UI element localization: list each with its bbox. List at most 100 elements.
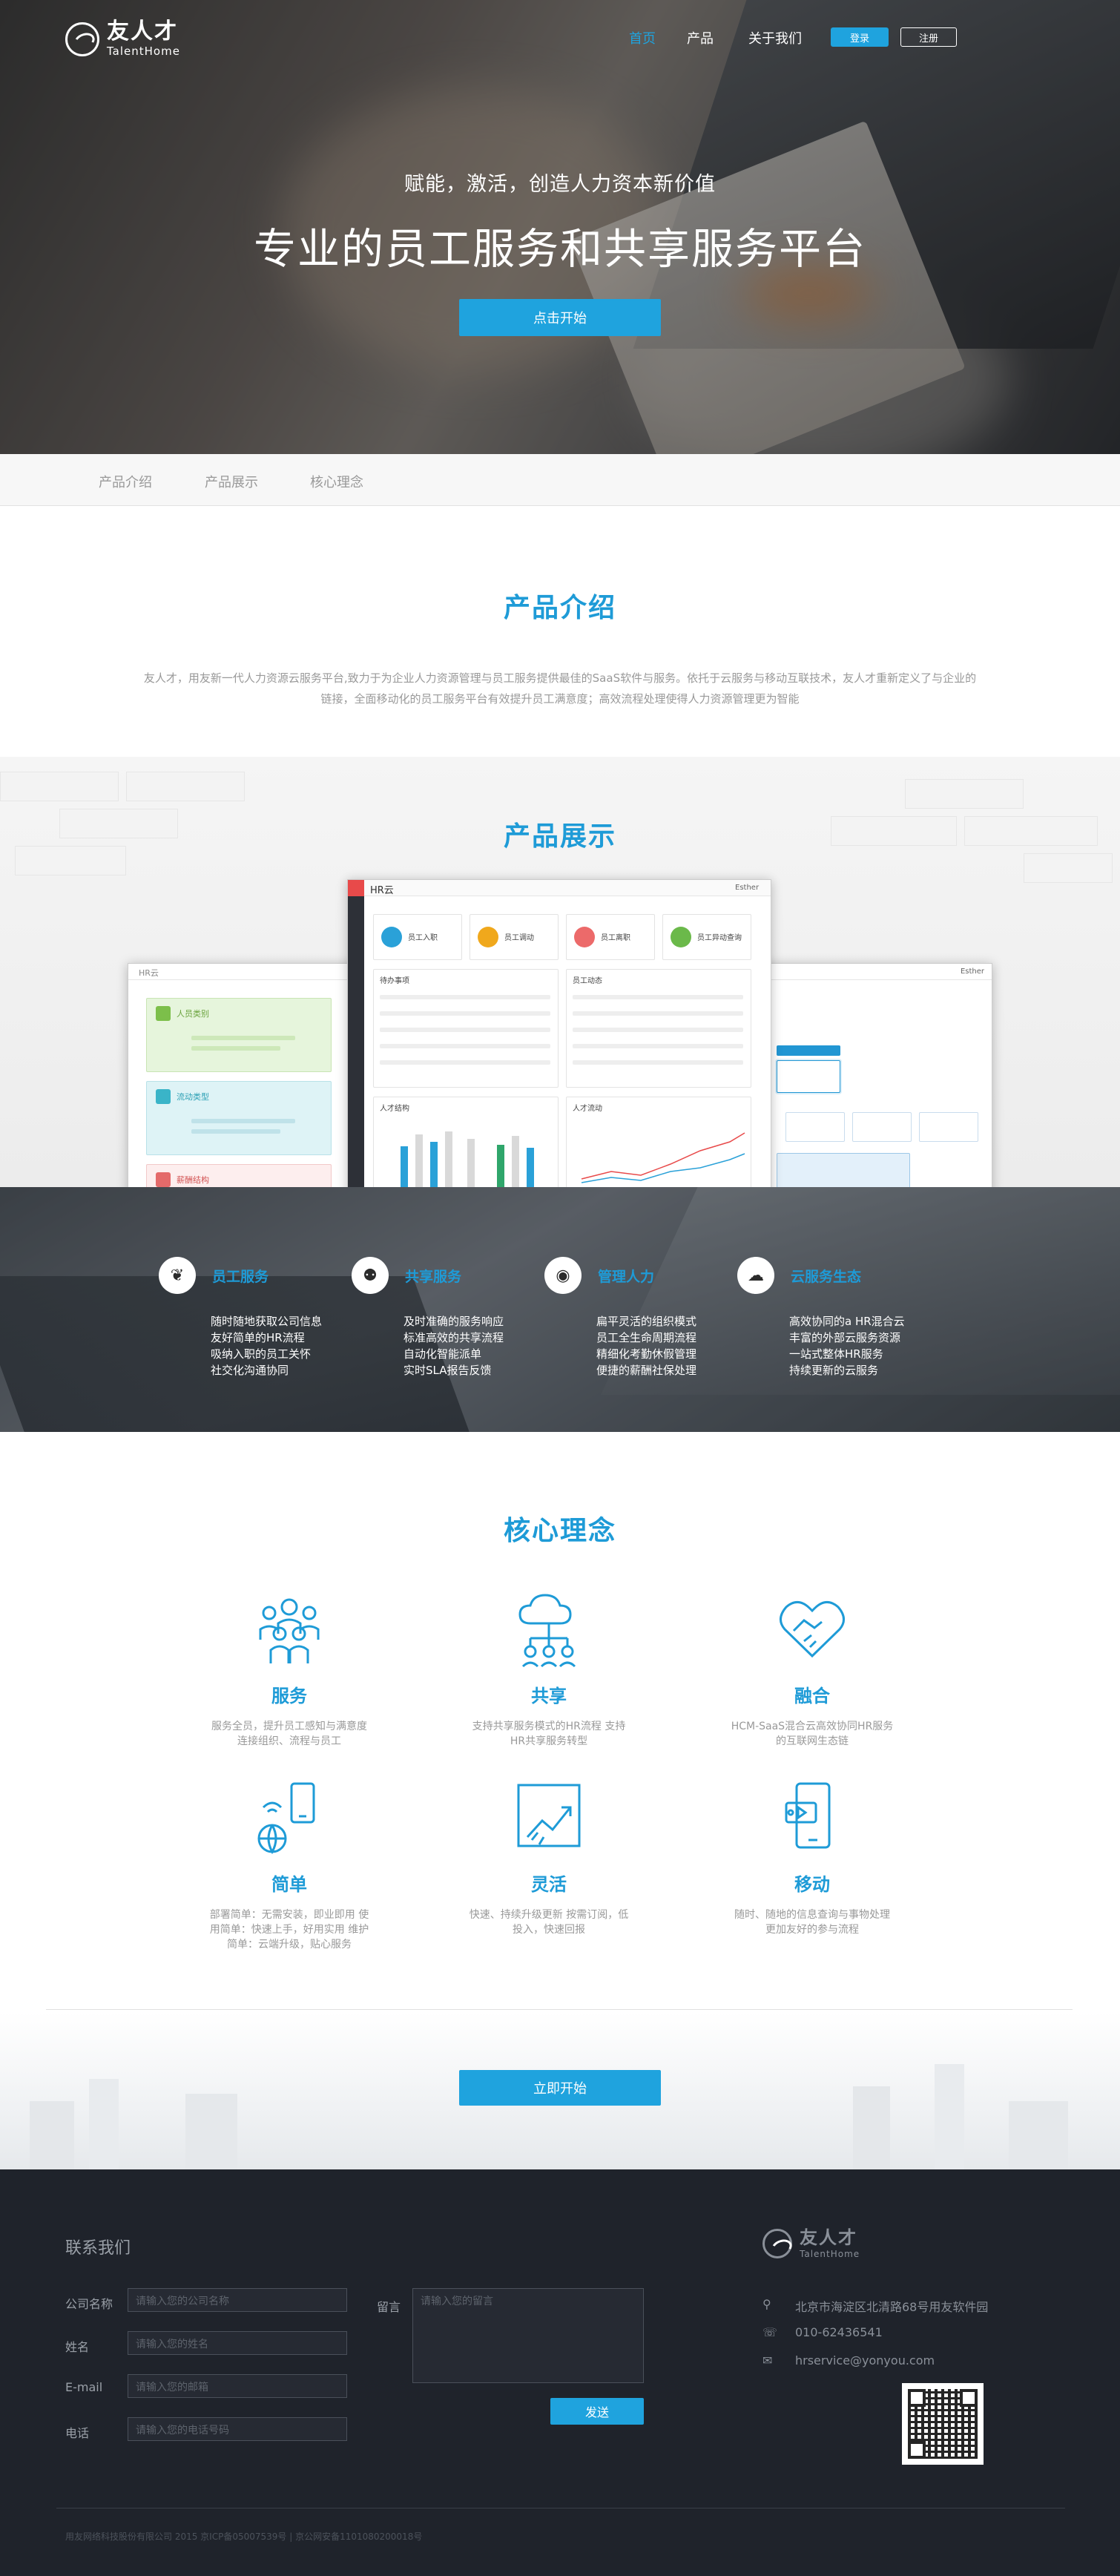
footer-brand-en: TalentHome: [800, 2249, 860, 2259]
message-textarea[interactable]: 请输入您的留言: [412, 2288, 644, 2383]
divider: [46, 2009, 1073, 2010]
feature-line: 持续更新的云服务: [789, 1364, 879, 1377]
feature-title: 管理人力: [598, 1269, 655, 1285]
main-user-name: Esther: [735, 884, 760, 892]
feature-line: 友好简单的HR流程: [211, 1331, 305, 1344]
radar-icon: ◉: [544, 1257, 582, 1294]
left-card-title-3: 薪酬结构: [177, 1175, 209, 1185]
core-item-title: 灵活: [531, 1874, 567, 1895]
footer-address: 北京市海淀区北清路68号用友软件园: [795, 2300, 989, 2314]
core-item-flexible: 灵活 快速、持续升级更新 按需订阅，低投入，快速回报: [438, 1778, 660, 1937]
core-item-title: 移动: [794, 1874, 830, 1895]
core-title: 核心理念: [503, 1516, 616, 1546]
start-now-button[interactable]: 立即开始: [459, 2070, 661, 2106]
showcase-title: 产品展示: [503, 821, 616, 852]
leaf-icon: ❦: [159, 1257, 196, 1294]
feature-line: 实时SLA报告反馈: [403, 1364, 492, 1377]
core-item-title: 简单: [271, 1874, 307, 1895]
register-button[interactable]: 注册: [900, 27, 957, 47]
feature-line: 随时随地获取公司信息: [211, 1315, 323, 1328]
brand-name-en: TalentHome: [107, 45, 180, 58]
feature-line: 自动化智能派单: [403, 1347, 482, 1361]
feature-line: 员工全生命周期流程: [596, 1331, 697, 1344]
footer-email[interactable]: hrservice@yonyou.com: [795, 2353, 935, 2368]
send-button[interactable]: 发送: [550, 2398, 644, 2425]
intro-text: 友人才，用友新一代人力资源云服务平台,致力于为企业人力资源管理与员工服务提供最佳…: [143, 671, 977, 706]
footer-logo: 友人才 TalentHome: [762, 2229, 860, 2258]
right-screenshot: Esther: [762, 963, 992, 1187]
feature-title: 员工服务: [212, 1269, 269, 1285]
company-label: 公司名称: [65, 2297, 113, 2311]
phone-icon: ☏: [762, 2325, 778, 2339]
footer-phone: 010-62436541: [795, 2325, 883, 2339]
mail-icon: ✉: [762, 2353, 773, 2368]
brand-logo[interactable]: 友人才 TalentHome: [65, 21, 180, 57]
features-band: [0, 1187, 1120, 1432]
core-item-desc: 部署简单：无需安装，即业即用 使用简单：快速上手，好用实用 维护简单：云端升级，…: [209, 1909, 369, 1951]
feature-line: 扁平灵活的组织模式: [596, 1315, 697, 1328]
core-item-title: 服务: [271, 1686, 307, 1706]
message-label: 留言: [377, 2300, 401, 2314]
card-transfer[interactable]: 员工调动: [504, 931, 534, 942]
feature-title: 共享服务: [405, 1269, 462, 1285]
panel-structure: 人才结构: [380, 1105, 409, 1113]
left-screenshot: HR云 人员类别 流动类型 薪酬结构: [128, 963, 358, 1187]
location-icon: ⚲: [762, 2297, 771, 2311]
brand-name-cn: 友人才: [107, 19, 178, 45]
name-input[interactable]: 请输入您的姓名: [128, 2331, 347, 2355]
intro-title: 产品介绍: [503, 593, 616, 623]
right-user-name: Esther: [960, 967, 984, 976]
hero-start-button[interactable]: 点击开始: [459, 299, 661, 336]
hero-title: 专业的员工服务和共享服务平台: [254, 225, 866, 274]
rocket-chart-icon: [508, 1778, 590, 1859]
feature-line: 及时准确的服务响应: [403, 1315, 504, 1328]
feature-line: 标准高效的共享流程: [403, 1331, 504, 1344]
card-query[interactable]: 员工异动查询: [697, 931, 742, 942]
mobile-screen-icon: [771, 1778, 853, 1859]
email-input[interactable]: 请输入您的邮箱: [128, 2374, 347, 2398]
card-resign[interactable]: 员工离职: [601, 931, 630, 942]
company-input[interactable]: 请输入您的公司名称: [128, 2288, 347, 2312]
left-card-title-2: 流动类型: [177, 1092, 209, 1102]
cloud-icon: ☁: [737, 1257, 774, 1294]
core-item-mobile: 移动 随时、随地的信息查询与事物处理更加友好的参与流程: [701, 1778, 923, 1937]
core-item-service: 服务 服务全员，提升员工感知与满意度 连接组织、流程与员工: [178, 1589, 401, 1749]
people-group-icon: [248, 1589, 330, 1671]
feature-line: 便捷的薪酬社保处理: [596, 1364, 697, 1377]
logo-icon: [65, 22, 99, 56]
feature-line: 一站式整体HR服务: [789, 1347, 883, 1361]
footer-brand-cn: 友人才: [800, 2227, 857, 2248]
qr-code: [902, 2383, 984, 2465]
core-item-title: 融合: [794, 1686, 830, 1706]
feature-line: 丰富的外部云服务资源: [789, 1331, 901, 1344]
feature-line: 社交化沟通协同: [211, 1364, 289, 1377]
core-item-desc: 支持共享服务模式的HR流程 支持HR共享服务转型: [472, 1721, 626, 1747]
login-button[interactable]: 登录: [831, 27, 889, 47]
feature-line: 精细化考勤休假管理: [596, 1347, 697, 1361]
tab-core[interactable]: 核心理念: [310, 472, 363, 491]
nav-about[interactable]: 关于我们: [748, 28, 802, 47]
card-onboard[interactable]: 员工入职: [408, 931, 438, 942]
left-app-name: HR云: [128, 964, 357, 980]
feature-line: 吸纳入职的员工关怀: [211, 1347, 312, 1361]
nav-product[interactable]: 产品: [687, 28, 714, 47]
main-screenshot: HR云 Esther 员工入职 员工调动 员工离职 员工异动查询 待办事项 员工…: [347, 879, 771, 1187]
tab-showcase[interactable]: 产品展示: [205, 472, 258, 491]
handshake-icon: [771, 1589, 853, 1671]
nav-home[interactable]: 首页: [629, 28, 656, 47]
core-item-title: 共享: [531, 1686, 567, 1706]
name-label: 姓名: [65, 2340, 90, 2354]
core-item-desc: 服务全员，提升员工感知与满意度 连接组织、流程与员工: [211, 1721, 367, 1747]
hero-subtitle: 赋能，激活，创造人力资本新价值: [404, 173, 716, 196]
core-item-desc: 随时、随地的信息查询与事物处理更加友好的参与流程: [734, 1909, 890, 1936]
flow-line-chart: [581, 1132, 745, 1183]
phone-input[interactable]: 请输入您的电话号码: [128, 2417, 347, 2441]
email-label: E-mail: [65, 2380, 103, 2394]
tab-intro[interactable]: 产品介绍: [99, 472, 152, 491]
panel-news: 员工动态: [573, 977, 602, 985]
people-icon: ⚉: [352, 1257, 389, 1294]
section-tabs: 产品介绍 产品展示 核心理念: [0, 454, 1120, 506]
main-app-name: HR云: [370, 885, 394, 896]
logo-icon: [762, 2229, 792, 2258]
globe-phone-icon: [248, 1778, 330, 1859]
